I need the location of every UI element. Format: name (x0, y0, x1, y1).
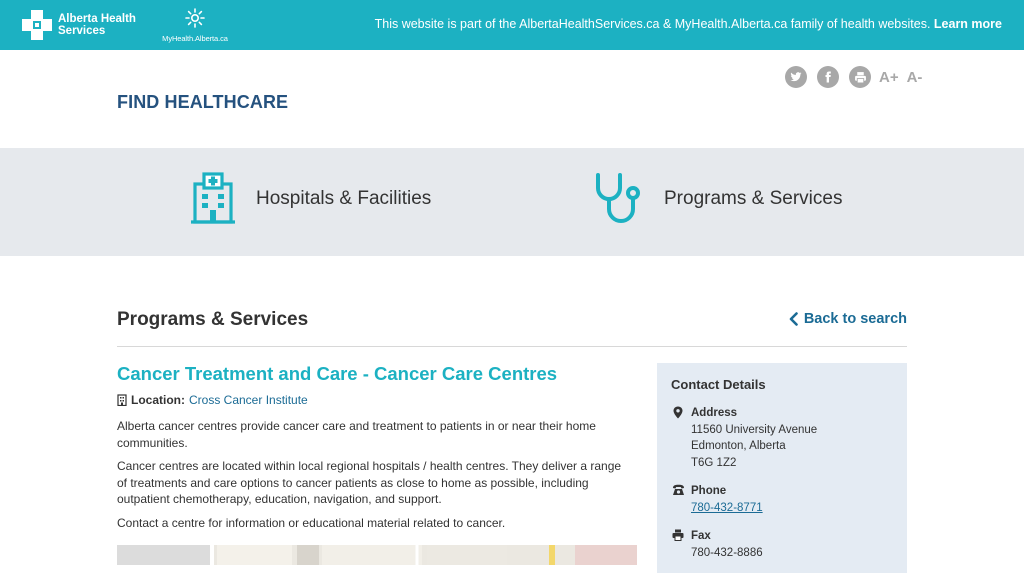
contact-details-box: Contact Details Address 11560 University… (657, 363, 907, 573)
fax-label: Fax (691, 530, 711, 542)
address-line3: T6G 1Z2 (691, 456, 737, 469)
twitter-icon (790, 72, 802, 82)
myhealth-sun-icon (185, 8, 205, 28)
phone-label: Phone (691, 485, 727, 497)
hospital-building-icon (191, 172, 235, 224)
back-to-search-label: Back to search (803, 311, 907, 327)
location-label: Location: (131, 393, 185, 407)
category-programs-services[interactable]: Programs & Services (592, 172, 842, 226)
category-label: Hospitals & Facilities (256, 188, 432, 209)
ahs-logo-text: Alberta Health Services (58, 13, 136, 37)
fax-icon (672, 529, 684, 541)
ahs-cross-icon (22, 10, 52, 40)
chevron-left-icon (789, 312, 798, 326)
font-decrease-button[interactable]: A- (907, 69, 923, 86)
divider (117, 346, 907, 347)
learn-more-link[interactable]: Learn more (934, 17, 1002, 31)
ahs-logo-line1: Alberta Health (58, 13, 136, 25)
category-label: Programs & Services (664, 188, 843, 209)
contact-phone: Phone 780-432-8771 (671, 483, 893, 516)
font-increase-button[interactable]: A+ (879, 69, 899, 86)
program-title[interactable]: Cancer Treatment and Care - Cancer Care … (117, 363, 557, 385)
myhealth-logo-text: MyHealth.Alberta.ca (162, 34, 228, 43)
program-description-1: Alberta cancer centres provide cancer ca… (117, 419, 596, 450)
ahs-logo-line2: Services (58, 25, 106, 37)
stethoscope-icon (596, 173, 640, 223)
page-tools: A+ A- (785, 66, 922, 88)
contact-details-title: Contact Details (671, 377, 766, 392)
alberta-health-services-logo[interactable]: Alberta Health Services (22, 10, 136, 40)
contact-address: Address 11560 University Avenue Edmonton… (671, 405, 893, 471)
fax-value: 780-432-8886 (691, 546, 763, 559)
category-hospitals-facilities[interactable]: Hospitals & Facilities (190, 172, 431, 226)
print-icon (854, 71, 866, 83)
top-banner: Alberta Health Services MyHealth.Alberta… (0, 0, 1024, 50)
print-button[interactable] (849, 66, 871, 88)
location-map[interactable] (117, 545, 637, 565)
category-band: Hospitals & Facilities Programs & Servic… (0, 148, 1024, 256)
map-tiles (117, 545, 637, 565)
facebook-share-button[interactable] (817, 66, 839, 88)
myhealth-logo[interactable]: MyHealth.Alberta.ca (158, 8, 232, 43)
twitter-share-button[interactable] (785, 66, 807, 88)
section-title: Programs & Services (117, 309, 309, 330)
program-description-3: Contact a centre for information or educ… (117, 516, 506, 530)
program-location: Location: Cross Cancer Institute (117, 393, 308, 407)
phone-icon (672, 484, 684, 495)
program-description-2: Cancer centres are located within local … (117, 459, 622, 506)
address-line1: 11560 University Avenue (691, 423, 818, 436)
banner-note: This website is part of the AlbertaHealt… (375, 17, 1002, 31)
address-line2: Edmonton, Alberta (691, 440, 786, 452)
address-label: Address (691, 407, 738, 419)
map-marker-icon (673, 406, 683, 419)
page-title: FIND HEALTHCARE (117, 92, 289, 112)
facebook-icon (825, 71, 831, 83)
phone-link[interactable]: 780-432-8771 (691, 502, 763, 514)
location-link[interactable]: Cross Cancer Institute (189, 393, 308, 407)
building-icon (117, 394, 127, 406)
back-to-search-link[interactable]: Back to search (789, 311, 907, 327)
banner-note-text: This website is part of the AlbertaHealt… (374, 17, 931, 31)
contact-fax: Fax 780-432-8886 (671, 528, 893, 561)
